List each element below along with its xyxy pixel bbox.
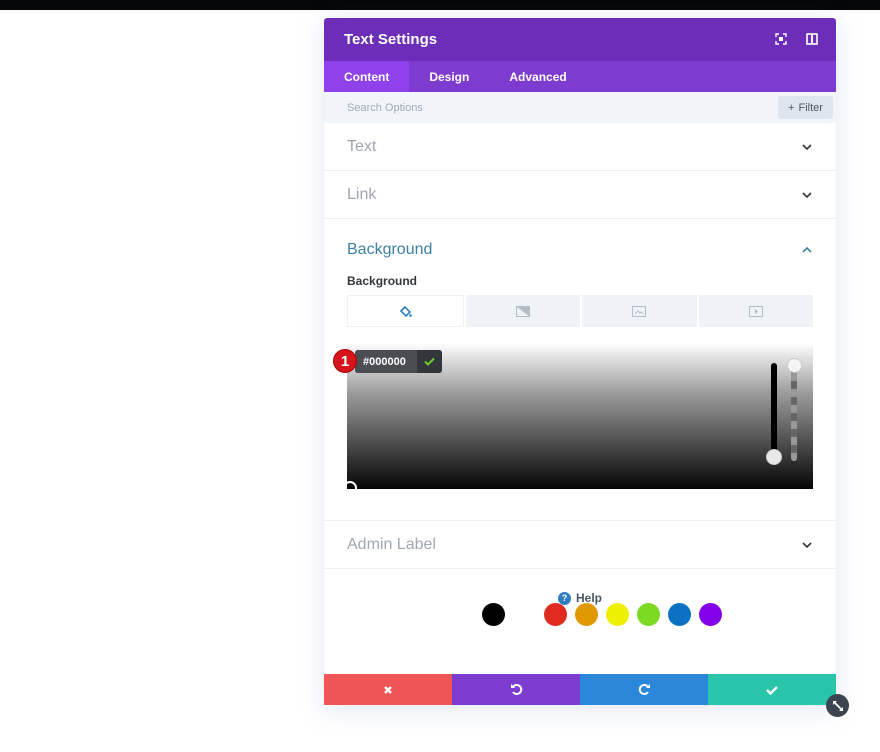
plus-icon: + — [788, 101, 795, 114]
section-admin-label-toggle[interactable]: Admin Label — [324, 521, 836, 568]
opacity-slider[interactable] — [791, 365, 797, 461]
resize-icon — [832, 700, 843, 711]
color-swatch[interactable] — [575, 603, 598, 626]
section-admin-label-title: Admin Label — [347, 535, 436, 553]
save-button[interactable] — [708, 674, 836, 705]
hex-input-pill: #000000 — [355, 350, 442, 373]
redo-button[interactable] — [580, 674, 708, 705]
check-icon — [424, 357, 435, 366]
bg-tab-gradient[interactable] — [465, 295, 580, 327]
image-icon — [632, 305, 647, 317]
chevron-down-icon — [802, 143, 812, 150]
paint-bucket-icon — [399, 305, 412, 317]
settings-tabs: Content Design Advanced — [324, 61, 836, 92]
chevron-down-icon — [802, 191, 812, 198]
filter-button[interactable]: + Filter — [778, 96, 833, 119]
search-options-input[interactable] — [347, 101, 647, 114]
undo-icon — [510, 684, 522, 695]
section-link: Link — [324, 171, 836, 219]
hex-value-input[interactable]: #000000 — [355, 350, 417, 373]
confirm-color-button[interactable] — [417, 350, 442, 373]
color-swatch[interactable] — [637, 603, 660, 626]
opacity-slider-handle[interactable] — [787, 358, 802, 373]
color-swatch[interactable] — [699, 603, 722, 626]
help-link[interactable]: ? Help — [324, 591, 836, 605]
modal-header: Text Settings — [324, 18, 836, 61]
color-swatch[interactable] — [544, 603, 567, 626]
background-field-label: Background — [347, 274, 418, 288]
undo-button[interactable] — [452, 674, 580, 705]
close-icon — [384, 685, 392, 694]
section-text: Text — [324, 123, 836, 171]
help-label: Help — [575, 591, 602, 605]
color-swatches — [482, 603, 722, 626]
text-settings-modal: Text Settings Content Design Advanced + … — [324, 18, 836, 705]
top-bar — [0, 0, 880, 10]
cancel-button[interactable] — [324, 674, 452, 705]
color-swatch[interactable] — [606, 603, 629, 626]
section-text-toggle[interactable]: Text — [324, 123, 836, 170]
bg-tab-image[interactable] — [582, 295, 697, 327]
tab-content[interactable]: Content — [324, 61, 410, 92]
chevron-down-icon — [802, 541, 812, 548]
check-icon — [766, 685, 778, 695]
hue-slider-handle[interactable] — [766, 449, 782, 465]
section-background: Background Background #000000 1 — [324, 219, 836, 626]
video-icon — [748, 305, 763, 317]
color-selection-point[interactable] — [343, 481, 357, 495]
modal-title: Text Settings — [344, 31, 438, 48]
resize-handle[interactable] — [826, 694, 849, 717]
focus-mode-icon[interactable] — [774, 32, 788, 46]
section-text-title: Text — [347, 137, 377, 155]
search-bar: + Filter — [324, 92, 836, 123]
sidebar-toggle-icon[interactable] — [805, 32, 819, 46]
color-swatch[interactable] — [513, 603, 536, 626]
tab-design[interactable]: Design — [409, 61, 489, 92]
section-link-title: Link — [347, 185, 377, 203]
bg-tab-video[interactable] — [698, 295, 813, 327]
step-badge: 1 — [333, 349, 357, 373]
gradient-icon — [515, 305, 530, 317]
background-type-tabs — [347, 295, 813, 327]
chevron-up-icon — [802, 246, 812, 253]
color-picker-area[interactable]: #000000 1 — [333, 343, 813, 626]
color-swatch[interactable] — [668, 603, 691, 626]
hue-slider[interactable] — [771, 363, 777, 457]
section-link-toggle[interactable]: Link — [324, 171, 836, 218]
modal-footer — [324, 674, 836, 705]
section-background-title: Background — [347, 241, 433, 258]
help-icon: ? — [557, 591, 571, 605]
tab-advanced[interactable]: Advanced — [489, 61, 586, 92]
color-swatch[interactable] — [482, 603, 505, 626]
section-admin-label: Admin Label — [324, 521, 836, 569]
redo-icon — [638, 684, 650, 695]
filter-label: Filter — [798, 101, 823, 114]
bg-tab-color[interactable] — [347, 295, 464, 327]
section-background-toggle[interactable]: Background — [324, 219, 836, 281]
